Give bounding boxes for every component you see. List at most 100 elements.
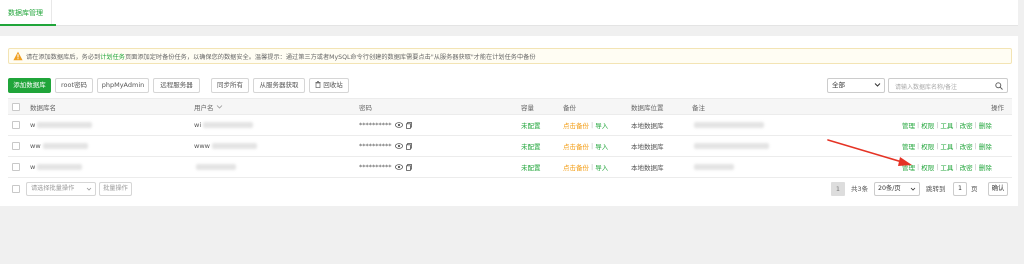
goto-page-input[interactable]: 1: [953, 182, 967, 196]
tools-link[interactable]: 工具: [940, 141, 953, 151]
table-row: w wi ********** 未配置 点击备份 | 导入 本地数据库 管理 | 权限…: [8, 115, 1012, 136]
sync-all-button[interactable]: 同步所有: [211, 78, 249, 93]
tools-link[interactable]: 工具: [940, 162, 953, 172]
db-name-cell: w: [30, 115, 93, 135]
manage-link[interactable]: 管理: [902, 162, 915, 172]
warning-icon: [13, 51, 23, 61]
fetch-from-server-button[interactable]: 从服务器获取: [253, 78, 305, 93]
toolbar: 添加数据库 root密码 phpMyAdmin 远程服务器 同步所有 从服务器获…: [8, 78, 1012, 94]
password-cell: **********: [359, 136, 412, 156]
change-password-link[interactable]: 改密: [960, 120, 973, 130]
backup-cell: 点击备份 | 导入: [563, 162, 609, 172]
chevron-down-icon: [874, 83, 881, 87]
backup-link[interactable]: 点击备份: [563, 162, 589, 172]
db-name-cell: ww: [30, 136, 88, 156]
delete-link[interactable]: 删除: [979, 120, 992, 130]
copy-icon[interactable]: [405, 121, 412, 129]
per-page-select[interactable]: 20条/页: [874, 182, 920, 196]
header-backup: 备份: [563, 103, 576, 112]
header-capacity: 容量: [521, 103, 534, 112]
notice-text: 请在添加数据库后，务必到计划任务页面添加定时备份任务，以确保您的数据安全。温馨提…: [26, 52, 536, 61]
username-cell: [194, 157, 236, 177]
backup-link[interactable]: 点击备份: [563, 141, 589, 151]
batch-operation-select[interactable]: 请选择批量操作: [26, 182, 96, 196]
header-db-name[interactable]: 数据库名: [30, 99, 56, 114]
import-link[interactable]: 导入: [595, 162, 608, 172]
header-username[interactable]: 用户名: [194, 99, 223, 114]
backup-link[interactable]: 点击备份: [563, 120, 589, 130]
select-all-checkbox[interactable]: [12, 99, 20, 114]
notice-text-part2: 页面添加定时备份任务，以确保您的数据安全。温馨提示：通过第三方或者MySQL命令…: [125, 54, 536, 61]
row-actions: 管理 | 权限 | 工具 | 改密 | 删除: [902, 120, 992, 130]
remark-cell[interactable]: [692, 157, 734, 177]
header-remark: 备注: [692, 103, 705, 112]
goto-label: 跳转到: [926, 185, 946, 193]
footer-select-all-checkbox[interactable]: [12, 185, 20, 195]
remote-server-button[interactable]: 远程服务器: [153, 78, 200, 93]
cron-task-link[interactable]: 计划任务: [100, 54, 125, 61]
tab-database-management[interactable]: 数据库管理: [0, 0, 52, 26]
eye-icon[interactable]: [394, 143, 403, 149]
permission-link[interactable]: 权限: [921, 141, 934, 151]
username-cell: wi: [194, 115, 254, 135]
eye-icon[interactable]: [394, 164, 403, 170]
manage-link[interactable]: 管理: [902, 141, 915, 151]
backup-cell: 点击备份 | 导入: [563, 120, 609, 130]
search-icon[interactable]: [995, 82, 1003, 90]
location-cell: 本地数据库: [631, 164, 664, 172]
import-link[interactable]: 导入: [595, 120, 608, 130]
username-cell: www: [194, 136, 257, 156]
database-filter-select[interactable]: 全部: [827, 78, 885, 93]
password-mask: **********: [359, 163, 392, 171]
tools-link[interactable]: 工具: [940, 120, 953, 130]
table-header: 数据库名 用户名 密码 容量 备份 数据库位置 备注 操作: [8, 98, 1012, 115]
change-password-link[interactable]: 改密: [960, 162, 973, 172]
chevron-down-icon: [910, 187, 916, 191]
location-cell: 本地数据库: [631, 122, 664, 130]
page-current[interactable]: 1: [831, 182, 845, 196]
capacity-status[interactable]: 未配置: [521, 115, 541, 135]
row-actions: 管理 | 权限 | 工具 | 改密 | 删除: [902, 162, 992, 172]
per-page-value: 20条/页: [878, 185, 901, 192]
row-checkbox[interactable]: [12, 136, 20, 156]
import-link[interactable]: 导入: [595, 141, 608, 151]
sort-icon[interactable]: [216, 104, 223, 110]
capacity-status[interactable]: 未配置: [521, 157, 541, 177]
search-input[interactable]: 请输入数据库名称/备注: [888, 78, 1008, 93]
password-cell: **********: [359, 157, 412, 177]
copy-icon[interactable]: [405, 163, 412, 171]
delete-link[interactable]: 删除: [979, 141, 992, 151]
username: www: [194, 142, 210, 150]
row-checkbox[interactable]: [12, 115, 20, 135]
remark-cell[interactable]: [692, 115, 764, 135]
batch-select-placeholder: 请选择批量操作: [31, 185, 75, 192]
root-password-button[interactable]: root密码: [55, 78, 93, 93]
table-footer: 请选择批量操作 批量操作 1 共3条 20条/页 跳转到 1 页 确认: [8, 182, 1012, 198]
header-location: 数据库位置: [631, 103, 664, 112]
goto-confirm-button[interactable]: 确认: [988, 182, 1008, 196]
permission-link[interactable]: 权限: [921, 120, 934, 130]
filter-value: 全部: [832, 81, 845, 89]
trash-icon: [315, 81, 321, 88]
delete-link[interactable]: 删除: [979, 162, 992, 172]
db-name: w: [30, 163, 36, 171]
permission-link[interactable]: 权限: [921, 162, 934, 172]
phpmyadmin-button[interactable]: phpMyAdmin: [97, 78, 149, 93]
row-checkbox[interactable]: [12, 157, 20, 177]
eye-icon[interactable]: [394, 122, 403, 128]
recycle-bin-button[interactable]: 回收站: [309, 78, 349, 93]
password-mask: **********: [359, 142, 392, 150]
header-username-label: 用户名: [194, 103, 214, 112]
password-mask: **********: [359, 121, 392, 129]
remark-cell[interactable]: [692, 136, 769, 156]
capacity-status[interactable]: 未配置: [521, 136, 541, 156]
copy-icon[interactable]: [405, 142, 412, 150]
change-password-link[interactable]: 改密: [960, 141, 973, 151]
table-row: w ********** 未配置 点击备份 | 导入 本地数据库 管理 | 权限 | 工…: [8, 157, 1012, 178]
batch-operation-button[interactable]: 批量操作: [99, 182, 132, 196]
page-unit: 页: [971, 185, 978, 193]
add-database-button[interactable]: 添加数据库: [8, 78, 51, 93]
header-password: 密码: [359, 103, 372, 112]
header-actions: 操作: [991, 103, 1004, 112]
manage-link[interactable]: 管理: [902, 120, 915, 130]
